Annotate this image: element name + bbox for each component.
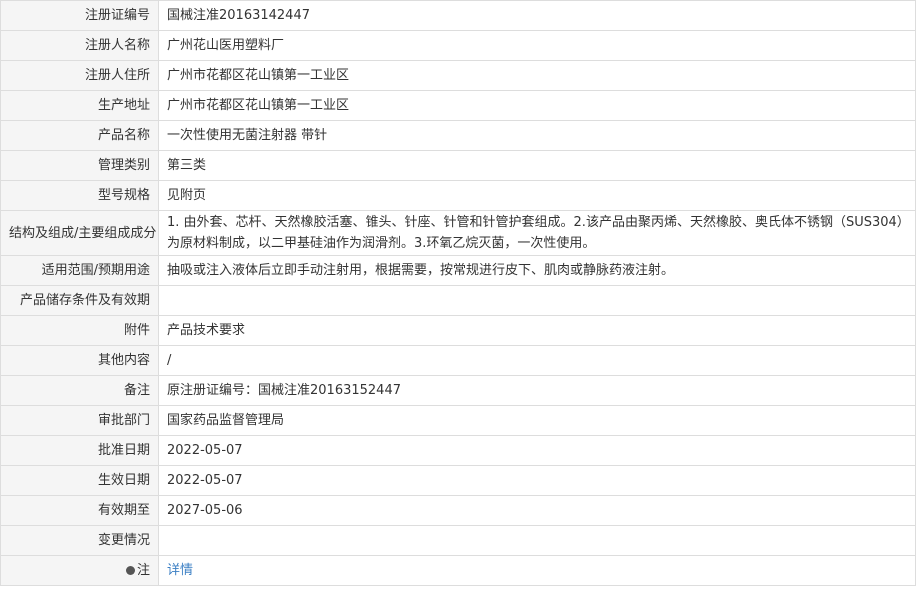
row-label: 生产地址 [0, 90, 159, 121]
row-label: 备注 [0, 375, 159, 406]
row-value: 产品技术要求 [158, 315, 916, 346]
row-label: 附件 [0, 315, 159, 346]
table-row: 产品储存条件及有效期 [0, 285, 916, 316]
row-value: 国械注准20163142447 [158, 0, 916, 31]
row-label: 注册证编号 [0, 0, 159, 31]
row-label: 产品名称 [0, 120, 159, 151]
pin-icon [125, 566, 135, 575]
row-value: 见附页 [158, 180, 916, 211]
note-label: 注 [0, 555, 159, 586]
row-label: 产品储存条件及有效期 [0, 285, 159, 316]
row-value [158, 525, 916, 556]
row-label: 生效日期 [0, 465, 159, 496]
row-value: 国家药品监督管理局 [158, 405, 916, 436]
row-label: 适用范围/预期用途 [0, 255, 159, 286]
row-value: 广州花山医用塑料厂 [158, 30, 916, 61]
row-value: / [158, 345, 916, 376]
row-label: 变更情况 [0, 525, 159, 556]
table-row: 有效期至 2027-05-06 [0, 495, 916, 526]
row-value: 原注册证编号：国械注准20163152447 [158, 375, 916, 406]
table-row: 注册人名称 广州花山医用塑料厂 [0, 30, 916, 61]
row-value: 广州市花都区花山镇第一工业区 [158, 60, 916, 91]
table-row: 附件 产品技术要求 [0, 315, 916, 346]
row-value: 抽吸或注入液体后立即手动注射用，根据需要，按常规进行皮下、肌肉或静脉药液注射。 [158, 255, 916, 286]
row-value [158, 285, 916, 316]
row-value: 2022-05-07 [158, 435, 916, 466]
row-value: 第三类 [158, 150, 916, 181]
table-row: 管理类别 第三类 [0, 150, 916, 181]
row-label: 审批部门 [0, 405, 159, 436]
table-row: 生效日期 2022-05-07 [0, 465, 916, 496]
row-label: 型号规格 [0, 180, 159, 211]
row-label: 结构及组成/主要组成成分 [0, 210, 159, 256]
row-value: 1. 由外套、芯杆、天然橡胶活塞、锥头、针座、针管和针管护套组成。2.该产品由聚… [158, 210, 916, 256]
table-row: 结构及组成/主要组成成分 1. 由外套、芯杆、天然橡胶活塞、锥头、针座、针管和针… [0, 210, 916, 256]
table-row: 其他内容 / [0, 345, 916, 376]
table-row: 注册人住所 广州市花都区花山镇第一工业区 [0, 60, 916, 91]
row-label: 其他内容 [0, 345, 159, 376]
note-label-text: 注 [136, 563, 150, 578]
detail-link[interactable]: 详情 [167, 563, 193, 578]
row-label: 注册人住所 [0, 60, 159, 91]
row-label: 批准日期 [0, 435, 159, 466]
table-row: 批准日期 2022-05-07 [0, 435, 916, 466]
row-label: 有效期至 [0, 495, 159, 526]
row-value: 一次性使用无菌注射器 带针 [158, 120, 916, 151]
table-row: 产品名称 一次性使用无菌注射器 带针 [0, 120, 916, 151]
registration-info-table: 注册证编号 国械注准20163142447 注册人名称 广州花山医用塑料厂 注册… [0, 0, 916, 586]
row-value: 2022-05-07 [158, 465, 916, 496]
table-row: 变更情况 [0, 525, 916, 556]
table-row: 审批部门 国家药品监督管理局 [0, 405, 916, 436]
row-label: 管理类别 [0, 150, 159, 181]
row-value: 2027-05-06 [158, 495, 916, 526]
row-label: 注册人名称 [0, 30, 159, 61]
table-row: 适用范围/预期用途 抽吸或注入液体后立即手动注射用，根据需要，按常规进行皮下、肌… [0, 255, 916, 286]
note-row: 注 详情 [0, 555, 916, 586]
note-value: 详情 [158, 555, 916, 586]
row-value: 广州市花都区花山镇第一工业区 [158, 90, 916, 121]
table-row: 注册证编号 国械注准20163142447 [0, 0, 916, 31]
table-row: 备注 原注册证编号：国械注准20163152447 [0, 375, 916, 406]
table-row: 型号规格 见附页 [0, 180, 916, 211]
table-row: 生产地址 广州市花都区花山镇第一工业区 [0, 90, 916, 121]
